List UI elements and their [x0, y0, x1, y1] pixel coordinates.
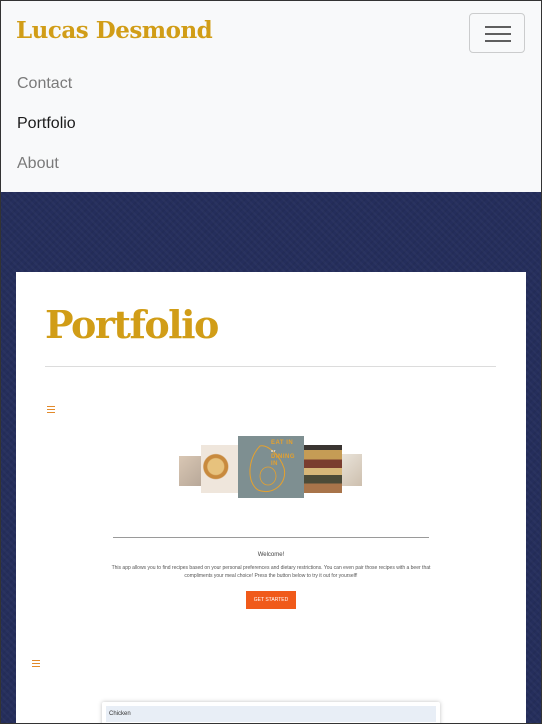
navbar: Lucas Desmond Contact Portfolio About [0, 0, 542, 192]
brand-logo[interactable]: Lucas Desmond [16, 17, 213, 44]
nav-link-portfolio[interactable]: Portfolio [17, 115, 76, 133]
app-logo: EAT IN or DINING IN [238, 436, 304, 498]
food-image [342, 454, 362, 486]
page-title: Portfolio [45, 302, 219, 347]
food-image [179, 456, 201, 486]
logo-text: EAT IN or DINING IN [271, 440, 295, 467]
nav-link-contact[interactable]: Contact [17, 75, 72, 93]
list-item[interactable]: Chicken [106, 706, 436, 722]
recipe-list-preview: Chicken [102, 702, 440, 724]
menu-icon[interactable] [47, 406, 55, 415]
welcome-text: Welcome! [257, 552, 285, 558]
app-description: This app allows you to find recipes base… [111, 565, 431, 579]
title-divider [45, 366, 496, 367]
preview-divider [113, 537, 429, 538]
food-image [201, 445, 238, 493]
hamburger-icon [485, 26, 511, 42]
nav-link-about[interactable]: About [17, 155, 59, 173]
menu-icon[interactable] [32, 660, 40, 669]
portfolio-card: Portfolio EAT IN or DINING IN Welcome! T… [16, 272, 526, 724]
navbar-toggle-button[interactable] [469, 13, 525, 53]
get-started-button[interactable]: GET STARTED [246, 591, 296, 609]
food-image [304, 445, 342, 493]
